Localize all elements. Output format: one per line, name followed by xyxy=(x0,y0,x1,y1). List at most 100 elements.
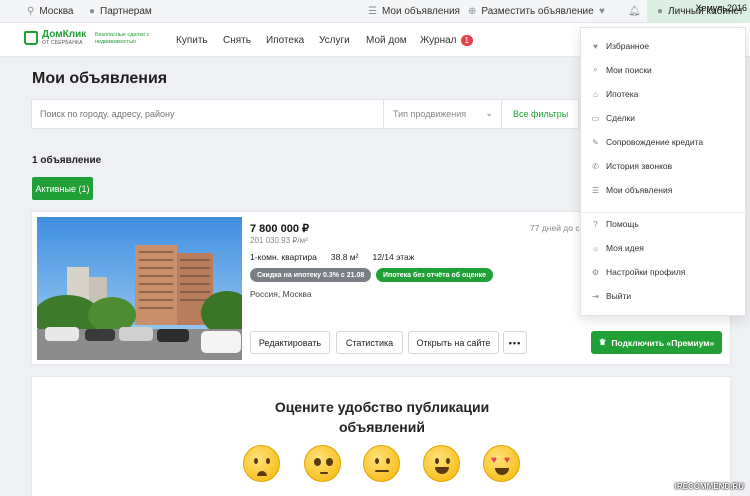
crying-face-icon[interactable] xyxy=(243,445,280,482)
pencil-icon: ✎ xyxy=(592,137,599,147)
menu-label: Мои объявления xyxy=(606,185,673,195)
edit-button[interactable]: Редактировать xyxy=(250,331,330,354)
rating-title-line1: Оцените удобство публикации xyxy=(274,399,490,415)
user-watermark: Хемуль2016 xyxy=(695,3,747,13)
nav-buy[interactable]: Купить xyxy=(176,35,208,46)
home-icon: ⌂ xyxy=(593,89,598,99)
rating-title: Оцените удобство публикации объявлений xyxy=(32,397,732,437)
menu-label: Настройки профиля xyxy=(606,267,686,277)
open-on-site-button[interactable]: Открыть на сайте xyxy=(408,331,499,354)
all-filters-link[interactable]: Все фильтры xyxy=(513,109,568,119)
listing-specs: 1-комн. квартира 38.8 м² 12/14 этаж xyxy=(250,252,414,262)
menu-label: Ипотека xyxy=(606,89,639,99)
my-ads-link[interactable]: ☰ Мои объявления xyxy=(368,0,460,23)
menu-divider xyxy=(581,212,747,213)
listing-location: Россия, Москва xyxy=(250,289,312,299)
heart-icon: ♥ xyxy=(599,6,605,17)
city-label: Москва xyxy=(39,6,74,17)
notifications-button[interactable]: 🔔︎ xyxy=(628,0,641,23)
menu-label: Выйти xyxy=(606,291,632,301)
menu-logout[interactable]: ⇥ Выйти xyxy=(591,291,631,301)
listing-photo[interactable] xyxy=(37,217,242,360)
rooms: 1-комн. квартира xyxy=(250,252,317,262)
nav-journal[interactable]: Журнал 1 xyxy=(420,35,473,46)
search-input[interactable] xyxy=(40,109,370,119)
page-title: Мои объявления xyxy=(32,70,168,87)
partners-label: Партнерам xyxy=(100,6,152,17)
stats-button[interactable]: Статистика xyxy=(336,331,403,354)
listing-price: 7 800 000 ₽ xyxy=(250,223,309,235)
favorites-button[interactable]: ♥ xyxy=(599,0,605,23)
menu-label: Моя идея xyxy=(606,243,644,253)
heart-icon: ♥ xyxy=(593,41,598,51)
pleading-face-icon[interactable] xyxy=(304,445,341,482)
days-remaining: 77 дней до сн xyxy=(530,223,585,233)
city-selector[interactable]: ⚲ Москва xyxy=(27,0,73,23)
promo-type-label: Тип продвижения xyxy=(393,109,467,119)
menu-credit-support[interactable]: ✎ Сопровождение кредита xyxy=(591,137,703,147)
post-ad-link[interactable]: ⊕ Разместить объявление xyxy=(468,0,594,23)
plus-circle-icon: ⊕ xyxy=(468,6,477,17)
menu-profile-settings[interactable]: ⚙ Настройки профиля xyxy=(591,267,686,277)
menu-label: Сделки xyxy=(606,113,635,123)
help-icon: ? xyxy=(593,219,598,229)
heart-eye-left: ♥ xyxy=(491,455,497,466)
list-icon: ☰ xyxy=(591,185,600,195)
journal-badge: 1 xyxy=(460,35,473,46)
premium-label: Подключить «Премиум» xyxy=(611,337,715,348)
gear-icon: ⚙ xyxy=(591,267,600,277)
menu-help[interactable]: ? Помощь xyxy=(591,219,639,229)
menu-favorites[interactable]: ♥ Избранное xyxy=(591,41,649,51)
user-icon: ● xyxy=(657,6,664,17)
menu-label: Мои поиски xyxy=(606,65,652,75)
building-photo xyxy=(37,217,242,360)
logo-house-icon xyxy=(24,31,38,45)
location-pin-icon: ⚲ xyxy=(27,6,35,17)
menu-label: Избранное xyxy=(606,41,650,51)
menu-my-ads[interactable]: ☰ Мои объявления xyxy=(591,185,672,195)
discount-tag: Скидка на ипотеку 0.3% с 21.08 xyxy=(250,268,372,282)
nav-my-home[interactable]: Мой дом xyxy=(366,35,407,46)
mortgage-tag: Ипотека без отчёта об оценке xyxy=(376,268,494,282)
bell-icon: 🔔︎ xyxy=(628,6,641,17)
partners-link[interactable]: ● Партнерам xyxy=(89,0,152,23)
list-icon: ☰ xyxy=(368,6,377,17)
crown-icon: ♛ xyxy=(598,337,607,347)
phone-icon: ✆ xyxy=(592,161,599,171)
top-bar: ⚲ Москва ● Партнерам ☰ Мои объявления ⊕ … xyxy=(0,0,750,23)
ads-count: 1 объявление xyxy=(32,155,102,166)
menu-label: История звонков xyxy=(606,161,673,171)
my-ads-label: Мои объявления xyxy=(381,6,460,17)
post-ad-label: Разместить объявление xyxy=(481,6,594,17)
price-per-meter: 201 030.93 ₽/м² xyxy=(250,236,308,245)
more-button[interactable]: ••• xyxy=(503,331,527,354)
logo-sub: ОТ СБЕРБАНКА xyxy=(42,40,83,46)
tab-active[interactable]: Активные (1) xyxy=(32,177,93,200)
logo-tagline: Безопасные сделки с недвижимостью xyxy=(95,32,150,45)
nav-services[interactable]: Услуги xyxy=(319,35,350,46)
document-icon: ▭ xyxy=(591,113,600,123)
promo-type-select[interactable]: Тип продвижения ⌄ xyxy=(383,100,502,128)
nav-mortgage[interactable]: Ипотека xyxy=(266,35,304,46)
search-icon: ⌕ xyxy=(593,65,598,74)
menu-label: Сопровождение кредита xyxy=(606,137,704,147)
lightbulb-icon: ☼ xyxy=(591,243,600,253)
rating-panel: Оцените удобство публикации объявлений ♥… xyxy=(31,376,731,496)
nav-rent[interactable]: Снять xyxy=(223,35,251,46)
neutral-face-icon[interactable] xyxy=(363,445,400,482)
menu-mortgage[interactable]: ⌂ Ипотека xyxy=(591,89,638,99)
menu-my-idea[interactable]: ☼ Моя идея xyxy=(591,243,644,253)
menu-deals[interactable]: ▭ Сделки xyxy=(591,113,635,123)
site-watermark: IRECOMMEND.RU xyxy=(674,482,744,491)
user-icon: ● xyxy=(89,6,96,17)
filter-bar: Тип продвижения ⌄ Все фильтры xyxy=(31,99,579,129)
cabinet-dropdown: ♥ Избранное ⌕ Мои поиски ⌂ Ипотека ▭ Сде… xyxy=(580,27,747,316)
menu-call-history[interactable]: ✆ История звонков xyxy=(591,161,672,171)
logo[interactable]: ДомКлик ОТ СБЕРБАНКА xyxy=(24,30,86,46)
menu-my-searches[interactable]: ⌕ Мои поиски xyxy=(591,65,652,75)
premium-button[interactable]: ♛ Подключить «Премиум» xyxy=(591,331,722,354)
smiling-face-icon[interactable] xyxy=(423,445,460,482)
heart-eyes-face-icon[interactable]: ♥ ♥ xyxy=(483,445,520,482)
nav-journal-label: Журнал xyxy=(420,35,457,46)
logo-name: ДомКлик xyxy=(42,29,87,40)
